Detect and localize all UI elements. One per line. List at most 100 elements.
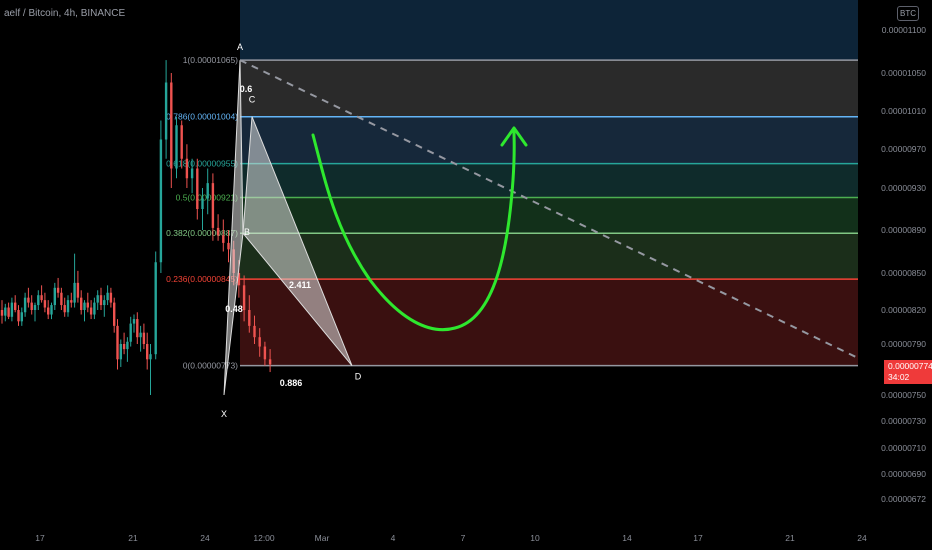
candle-body <box>99 295 103 306</box>
candle-body <box>142 332 146 344</box>
price-tick-label: 0.00001100 <box>882 25 927 35</box>
candle-body <box>47 307 50 315</box>
time-tick-label: 21 <box>785 533 795 543</box>
candle-body <box>10 302 14 317</box>
price-tick-label: 0.00000930 <box>881 183 926 193</box>
candle-body <box>175 125 178 169</box>
candle-body <box>30 302 33 310</box>
candle-body <box>206 183 209 199</box>
candle-body <box>53 287 56 306</box>
candle-body <box>119 344 122 360</box>
candle-body <box>56 287 60 293</box>
candle-body <box>66 300 70 313</box>
candle-body <box>70 300 73 303</box>
time-tick-label: 21 <box>128 533 138 543</box>
candle-body <box>122 344 126 350</box>
candle-body <box>116 325 119 360</box>
candle-body <box>211 183 215 228</box>
candle-body <box>170 82 173 169</box>
fib-band-top <box>240 0 858 61</box>
price-tick-label: 0.00000790 <box>881 339 926 349</box>
price-tick-label: 0.00000690 <box>881 469 926 479</box>
price-tick-label: 0.00001050 <box>881 68 926 78</box>
candle-body <box>190 168 194 179</box>
candle-body <box>76 282 80 298</box>
candle-body <box>136 319 139 338</box>
fib-band <box>240 233 858 280</box>
candle-body <box>109 292 113 303</box>
candle-body <box>146 344 149 360</box>
pattern-ratio-label: 0.886 <box>280 378 303 388</box>
candle-body <box>14 302 17 310</box>
candle-body <box>268 359 272 365</box>
candle-body <box>63 305 66 313</box>
candle-body <box>27 297 30 303</box>
price-tick-label: 0.00000850 <box>881 268 926 278</box>
time-tick-label: Mar <box>315 533 330 543</box>
candle-body <box>242 285 246 310</box>
candle-body <box>222 235 225 243</box>
price-tick-label: 0.00000890 <box>881 225 926 235</box>
candle-body <box>126 341 129 350</box>
time-tick-label: 12:00 <box>253 533 275 543</box>
price-tick-label: 0.00000750 <box>881 390 926 400</box>
time-tick-label: 10 <box>530 533 540 543</box>
candle-body <box>0 310 4 316</box>
time-tick-label: 17 <box>693 533 703 543</box>
time-tick-label: 7 <box>461 533 466 543</box>
candle-body <box>83 302 86 310</box>
candle-body <box>7 307 10 317</box>
candle-body <box>164 82 168 140</box>
candle-body <box>149 354 152 360</box>
currency-badge[interactable]: BTC <box>897 6 919 21</box>
candle-body <box>89 307 93 315</box>
current-price-tag: 0.00000774 34:02 <box>884 360 932 384</box>
pattern-ratio-label: 2.411 <box>289 280 311 290</box>
candle-body <box>113 302 116 326</box>
candle-body <box>185 158 189 179</box>
candle-body <box>216 227 220 236</box>
candle-body <box>20 312 23 322</box>
fib-level-label: 1(0.00001065) <box>183 55 238 65</box>
chart-title: aelf / Bitcoin, 4h, BINANCE <box>4 8 126 19</box>
candle-body <box>60 292 63 306</box>
pattern-ratio-label: 0.48 <box>225 304 243 314</box>
time-tick-label: 4 <box>391 533 396 543</box>
candle-body <box>4 307 7 316</box>
pattern-point-label: D <box>355 372 362 382</box>
time-tick-label: 14 <box>622 533 632 543</box>
candle-body <box>180 125 183 159</box>
candle-body <box>23 297 27 313</box>
price-tick-label: 0.00000730 <box>881 416 926 426</box>
time-tick-label: 24 <box>200 533 210 543</box>
candle-body <box>227 242 230 250</box>
candle-body <box>263 346 267 360</box>
candle-body <box>248 310 251 326</box>
candle-body <box>93 302 96 315</box>
candle-body <box>106 292 109 301</box>
time-tick-label: 24 <box>857 533 867 543</box>
candle-body <box>73 282 76 303</box>
candle-body <box>258 337 261 347</box>
candle-body <box>17 310 20 322</box>
candle-body <box>129 323 132 342</box>
price-chart[interactable]: 1(0.00001065)0.786(0.00001004)0.618(0.00… <box>0 0 932 550</box>
candle-body <box>253 325 256 338</box>
price-tick-label: 0.00000970 <box>881 144 926 154</box>
pattern-point-label: A <box>237 42 243 52</box>
candle-body <box>50 305 53 315</box>
candle-body <box>80 297 83 310</box>
price-tick-label: 0.00000672 <box>881 494 926 504</box>
candle-body <box>40 295 43 301</box>
candle-body <box>132 319 136 324</box>
candle-body <box>86 302 89 308</box>
pattern-point-label: C <box>249 95 256 105</box>
fib-level-label: 0.236(0.00000845) <box>166 274 238 284</box>
candle-body <box>43 300 47 308</box>
candle-body <box>139 332 142 338</box>
candle-body <box>159 139 163 263</box>
candle-body <box>154 262 157 355</box>
candle-body <box>201 198 204 209</box>
candle-body <box>33 305 37 310</box>
pattern-ratio-label: 0.6 <box>240 84 253 94</box>
